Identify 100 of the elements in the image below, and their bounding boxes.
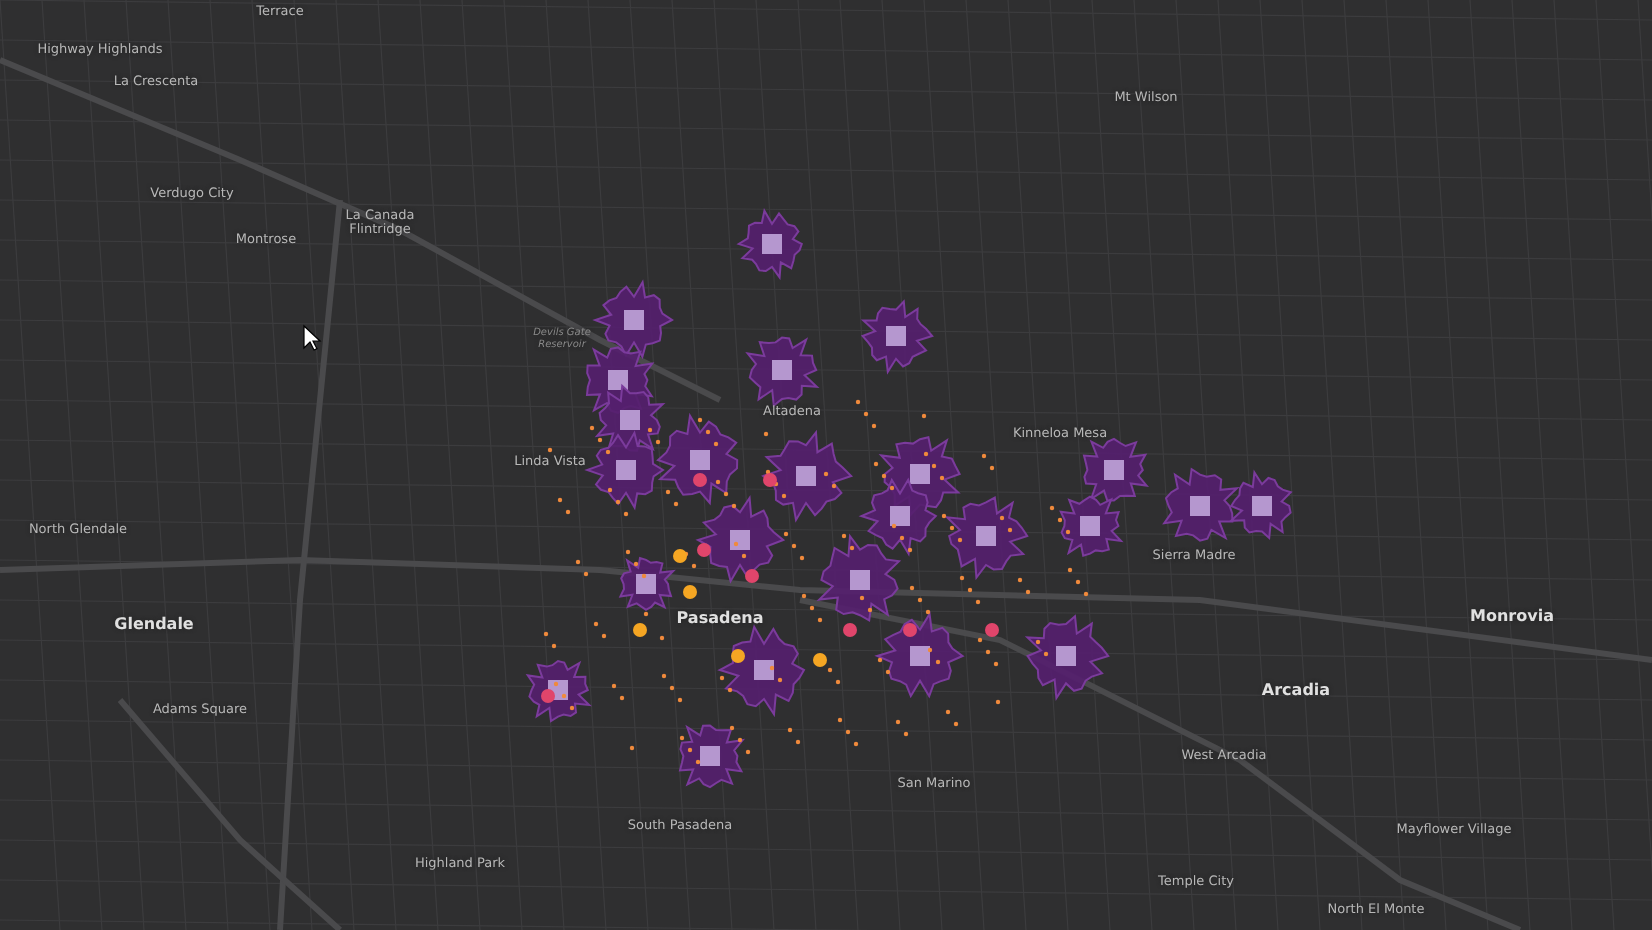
point-marker[interactable] (733, 541, 739, 547)
point-marker[interactable] (787, 727, 793, 733)
point-marker[interactable] (921, 413, 927, 419)
point-marker[interactable] (1083, 591, 1089, 597)
point-marker[interactable] (677, 697, 683, 703)
region-polygon[interactable] (736, 208, 804, 281)
point-marker[interactable] (849, 545, 855, 551)
point-marker[interactable] (877, 657, 883, 663)
point-marker[interactable] (731, 503, 737, 509)
point-marker[interactable] (801, 593, 807, 599)
point-marker[interactable] (643, 611, 649, 617)
point-marker[interactable] (729, 725, 735, 731)
region-polygon[interactable] (874, 611, 965, 699)
region-polygon[interactable] (1162, 467, 1240, 542)
point-marker[interactable] (615, 499, 621, 505)
point-marker[interactable] (889, 485, 895, 491)
point-marker[interactable] (763, 431, 769, 437)
point-marker[interactable] (697, 543, 711, 557)
point-marker[interactable] (1035, 639, 1041, 645)
point-marker[interactable] (981, 453, 987, 459)
point-marker[interactable] (1057, 517, 1063, 523)
point-marker[interactable] (827, 667, 833, 673)
point-marker[interactable] (985, 623, 999, 637)
point-marker[interactable] (873, 461, 879, 467)
point-marker[interactable] (693, 473, 707, 487)
point-marker[interactable] (691, 563, 697, 569)
region-polygon[interactable] (816, 533, 902, 622)
point-marker[interactable] (1049, 505, 1055, 511)
point-marker[interactable] (569, 705, 575, 711)
point-marker[interactable] (565, 509, 571, 515)
point-marker[interactable] (661, 673, 667, 679)
region-polygon[interactable] (525, 659, 592, 723)
point-marker[interactable] (909, 585, 915, 591)
point-marker[interactable] (561, 693, 567, 699)
point-marker[interactable] (641, 573, 647, 579)
point-marker[interactable] (629, 745, 635, 751)
point-marker[interactable] (673, 501, 679, 507)
point-marker[interactable] (697, 417, 703, 423)
point-marker[interactable] (1065, 529, 1071, 535)
point-marker[interactable] (925, 609, 931, 615)
point-marker[interactable] (895, 719, 901, 725)
point-marker[interactable] (891, 523, 897, 529)
point-marker[interactable] (957, 537, 963, 543)
point-marker[interactable] (705, 429, 711, 435)
region-polygon[interactable] (656, 412, 739, 506)
point-marker[interactable] (899, 535, 905, 541)
point-marker[interactable] (611, 683, 617, 689)
point-marker[interactable] (593, 621, 599, 627)
point-marker[interactable] (633, 561, 639, 567)
point-marker[interactable] (727, 687, 733, 693)
point-marker[interactable] (647, 427, 653, 433)
point-marker[interactable] (719, 675, 725, 681)
point-marker[interactable] (713, 441, 719, 447)
point-marker[interactable] (543, 631, 549, 637)
point-marker[interactable] (799, 555, 805, 561)
region-polygon[interactable] (717, 624, 806, 718)
region-polygon[interactable] (1024, 614, 1110, 701)
point-marker[interactable] (813, 653, 827, 667)
point-marker[interactable] (967, 587, 973, 593)
point-marker[interactable] (1043, 651, 1049, 657)
point-marker[interactable] (683, 585, 697, 599)
point-marker[interactable] (575, 559, 581, 565)
point-marker[interactable] (723, 491, 729, 497)
point-marker[interactable] (1017, 577, 1023, 583)
point-marker[interactable] (931, 463, 937, 469)
point-marker[interactable] (835, 679, 841, 685)
point-marker[interactable] (917, 597, 923, 603)
point-marker[interactable] (863, 411, 869, 417)
point-marker[interactable] (923, 451, 929, 457)
point-marker[interactable] (791, 543, 797, 549)
point-marker[interactable] (669, 685, 675, 691)
point-marker[interactable] (777, 677, 783, 683)
region-polygon[interactable] (944, 496, 1029, 581)
region-polygon[interactable] (858, 477, 938, 557)
point-marker[interactable] (597, 437, 603, 443)
region-polygon[interactable] (745, 336, 820, 408)
point-marker[interactable] (741, 553, 747, 559)
point-marker[interactable] (625, 549, 631, 555)
point-marker[interactable] (547, 447, 553, 453)
point-marker[interactable] (871, 423, 877, 429)
point-marker[interactable] (945, 709, 951, 715)
point-marker[interactable] (745, 749, 751, 755)
point-marker[interactable] (907, 547, 913, 553)
region-polygon[interactable] (678, 724, 746, 789)
point-marker[interactable] (655, 439, 661, 445)
point-marker[interactable] (619, 695, 625, 701)
point-marker[interactable] (823, 471, 829, 477)
point-marker[interactable] (855, 399, 861, 405)
point-marker[interactable] (763, 473, 777, 487)
point-marker[interactable] (589, 425, 595, 431)
point-marker[interactable] (553, 681, 559, 687)
point-marker[interactable] (583, 571, 589, 577)
point-marker[interactable] (831, 483, 837, 489)
point-marker[interactable] (679, 735, 685, 741)
point-marker[interactable] (737, 737, 743, 743)
point-marker[interactable] (989, 465, 995, 471)
point-marker[interactable] (541, 689, 555, 703)
region-polygon[interactable] (695, 495, 786, 584)
point-marker[interactable] (867, 607, 873, 613)
point-marker[interactable] (941, 513, 947, 519)
